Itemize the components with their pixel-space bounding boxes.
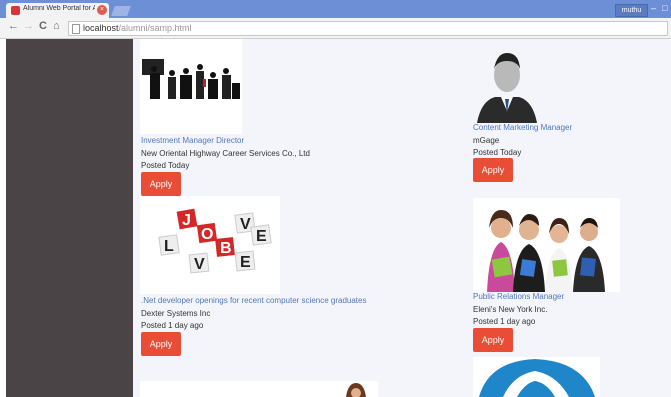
job-card: Public Relations Manager Eleni's New Yor…	[473, 198, 663, 358]
favicon-icon	[11, 6, 20, 15]
dice-letter: E	[256, 228, 267, 245]
browser-tab[interactable]: Alumni Web Portal for Al ×	[6, 3, 109, 18]
reload-icon[interactable]: C	[39, 20, 47, 32]
job-company: New Oriental Highway Career Services Co.…	[141, 149, 310, 158]
dice-letter: L	[164, 238, 174, 255]
globe-image	[479, 359, 595, 397]
job-posted: Posted 1 day ago	[473, 317, 536, 326]
close-icon[interactable]: ×	[97, 5, 107, 15]
job-image	[473, 39, 541, 123]
url-host: localhost	[83, 23, 119, 33]
browser-titlebar: Alumni Web Portal for Al × muthu – □	[0, 0, 671, 18]
job-title[interactable]: Public Relations Manager	[473, 292, 564, 301]
job-image: J O B L V E V E	[140, 196, 280, 294]
browser-toolbar: ← → C ⌂ localhost/alumni/samp.html	[0, 18, 671, 39]
job-card: Content Marketing Manager mGage Posted T…	[473, 39, 663, 189]
job-title[interactable]: Investment Manager Director	[141, 136, 244, 145]
job-image	[140, 39, 242, 134]
dice-letter: V	[194, 256, 205, 273]
back-icon[interactable]: ←	[8, 20, 19, 32]
job-posted: Posted Today	[141, 161, 190, 170]
job-image	[346, 383, 366, 397]
job-posted: Posted Today	[473, 148, 522, 157]
dice-letter: E	[240, 254, 251, 271]
maximize-button[interactable]: □	[662, 3, 667, 13]
job-card: J O B L V E V E .Net developer openings …	[140, 196, 440, 361]
job-title[interactable]: Content Marketing Manager	[473, 123, 572, 132]
dice-letter: V	[240, 216, 251, 233]
job-company: Dexter Systems Inc	[141, 309, 211, 318]
address-bar[interactable]: localhost/alumni/samp.html	[68, 21, 668, 36]
minimize-button[interactable]: –	[651, 3, 656, 13]
job-card: Investment Manager Director New Oriental…	[140, 39, 400, 199]
job-list: Investment Manager Director New Oriental…	[133, 39, 671, 397]
job-image	[473, 198, 620, 292]
sidebar	[6, 39, 133, 397]
job-posted: Posted 1 day ago	[141, 321, 204, 330]
tab-title: Alumni Web Portal for Al	[23, 5, 95, 12]
job-company: mGage	[473, 136, 500, 145]
apply-button[interactable]: Apply	[141, 172, 181, 196]
home-icon[interactable]: ⌂	[53, 20, 60, 32]
apply-button[interactable]: Apply	[141, 332, 181, 356]
job-title[interactable]: .Net developer openings for recent compu…	[141, 296, 366, 305]
forward-icon[interactable]: →	[23, 20, 34, 32]
user-badge[interactable]: muthu	[615, 4, 648, 17]
dice-letter: O	[201, 226, 213, 243]
url-text: localhost/alumni/samp.html	[83, 23, 192, 33]
job-card-partial	[140, 381, 378, 397]
apply-button[interactable]: Apply	[473, 158, 513, 182]
job-company: Eleni's New York Inc.	[473, 305, 548, 314]
url-path: /alumni/samp.html	[118, 23, 192, 33]
dice-letter: B	[220, 240, 232, 257]
page-icon	[72, 24, 80, 34]
dice-letter: J	[182, 212, 191, 229]
new-tab-button[interactable]	[111, 6, 131, 16]
apply-button[interactable]: Apply	[473, 328, 513, 352]
job-card-partial	[473, 357, 600, 397]
